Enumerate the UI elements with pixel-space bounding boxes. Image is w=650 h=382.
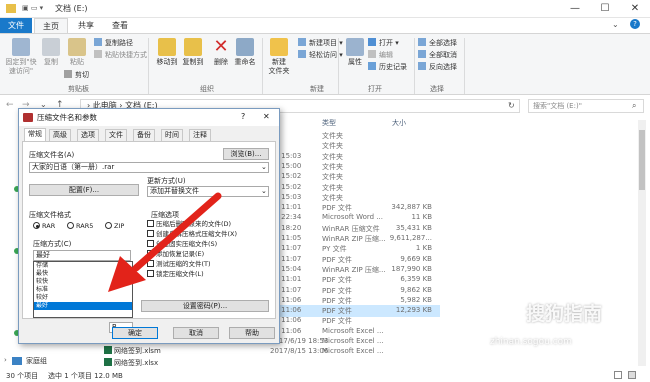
arrow-shaft [132,192,222,272]
annotation-arrow [108,192,222,292]
